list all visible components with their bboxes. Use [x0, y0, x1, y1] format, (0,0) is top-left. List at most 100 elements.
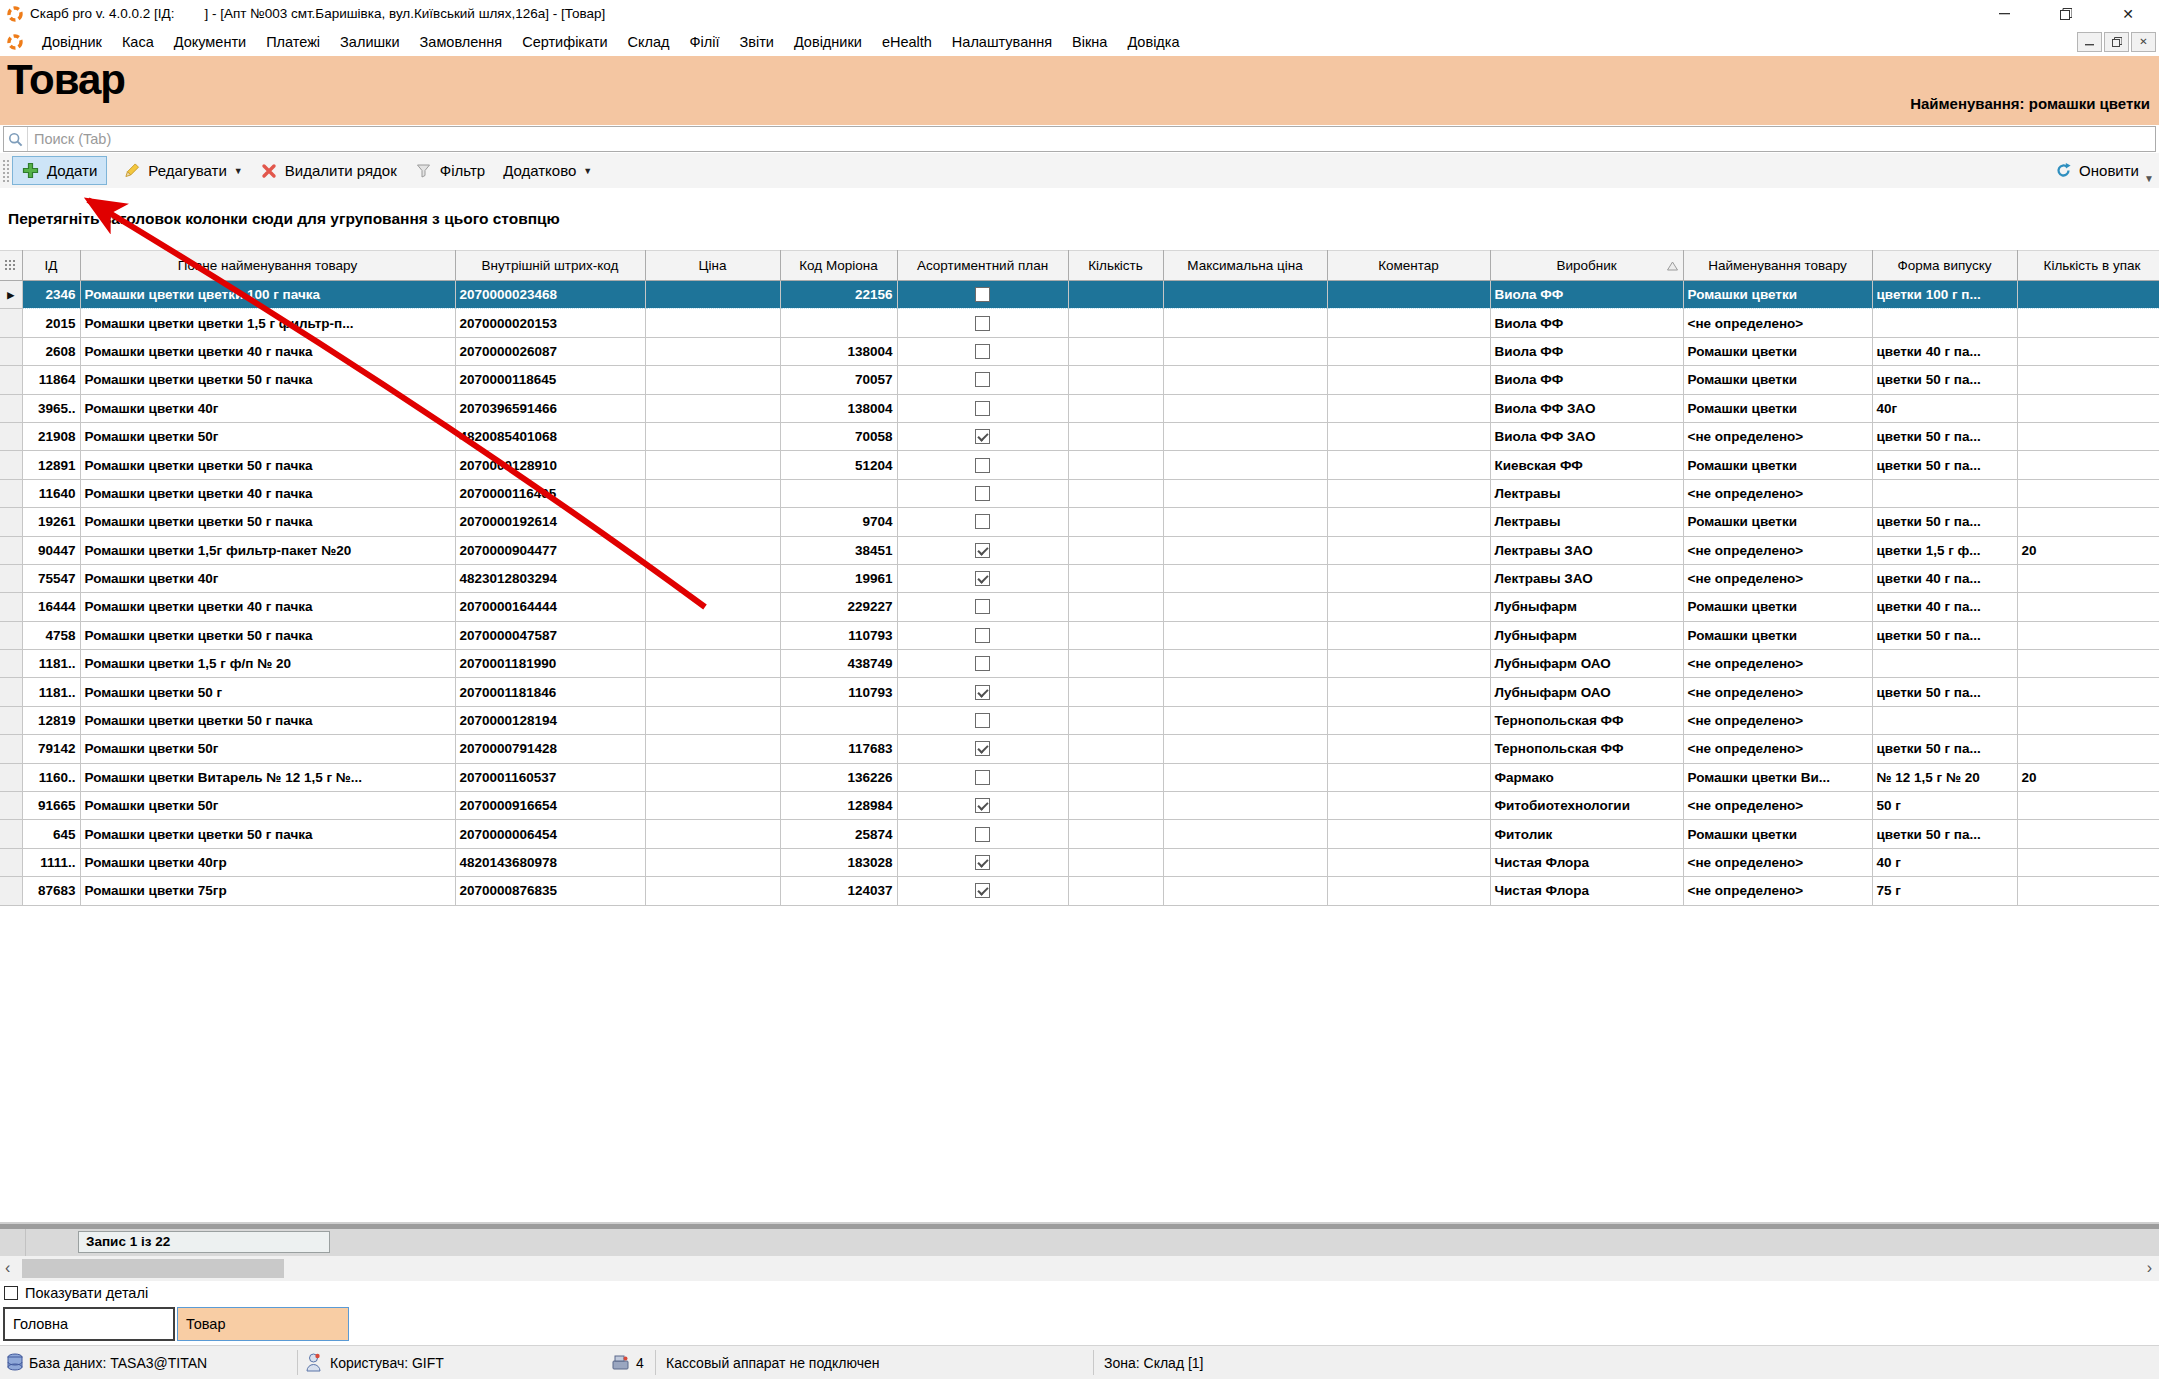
cell[interactable]: Ромашки цветки цветки 50 г пачка	[80, 820, 455, 848]
cell[interactable]: Тернопольская ФФ	[1490, 735, 1683, 763]
cell[interactable]: цветки 40 г па...	[1872, 564, 2017, 592]
menu-item-10[interactable]: Звіти	[730, 31, 782, 53]
cell[interactable]	[1068, 337, 1163, 365]
cell[interactable]: <не определено>	[1683, 422, 1872, 450]
row-selector-cell[interactable]	[0, 735, 22, 763]
cell[interactable]	[1327, 394, 1490, 422]
cell[interactable]: 2070000164444	[455, 593, 645, 621]
column-header-11[interactable]: Форма випуску	[1872, 251, 2017, 281]
cell[interactable]	[645, 564, 780, 592]
cell[interactable]	[2017, 281, 2159, 309]
cell[interactable]: цветки 50 г па...	[1872, 366, 2017, 394]
menu-item-12[interactable]: eHealth	[873, 31, 941, 53]
cell[interactable]: <не определено>	[1683, 848, 1872, 876]
cell[interactable]: 645	[22, 820, 80, 848]
search-input[interactable]: Поиск (Tab)	[3, 126, 2156, 152]
cell[interactable]: Ромашки цветки цветки 50 г пачка	[80, 366, 455, 394]
cell[interactable]	[2017, 820, 2159, 848]
cell[interactable]: Лубныфарм	[1490, 593, 1683, 621]
column-header-6[interactable]: Кількість	[1068, 251, 1163, 281]
cell[interactable]: 21908	[22, 422, 80, 450]
cell[interactable]	[1327, 593, 1490, 621]
table-row[interactable]: 1181..Ромашки цветки 1,5 г ф/п № 2020700…	[0, 650, 2159, 678]
cell[interactable]	[1068, 678, 1163, 706]
cell[interactable]	[645, 394, 780, 422]
assortment-plan-cell[interactable]	[897, 536, 1068, 564]
cell[interactable]	[1327, 735, 1490, 763]
cell[interactable]: 2608	[22, 337, 80, 365]
cell[interactable]: Ромашки цветки 40г	[80, 394, 455, 422]
cell[interactable]	[645, 820, 780, 848]
cell[interactable]: 75547	[22, 564, 80, 592]
cell[interactable]: Лубныфарм ОАО	[1490, 650, 1683, 678]
assortment-plan-cell[interactable]	[897, 792, 1068, 820]
cell[interactable]	[1327, 309, 1490, 337]
cell[interactable]	[645, 848, 780, 876]
cell[interactable]	[780, 706, 897, 734]
group-by-area[interactable]: Перетягніть заголовок колонки сюди для у…	[0, 188, 2159, 250]
cell[interactable]: 1181..	[22, 678, 80, 706]
cell[interactable]: № 12 1,5 г № 20	[1872, 763, 2017, 791]
cell[interactable]: Ромашки цветки 40г	[80, 564, 455, 592]
cell[interactable]	[2017, 706, 2159, 734]
cell[interactable]: 2070000006454	[455, 820, 645, 848]
cell[interactable]: Чистая Флора	[1490, 848, 1683, 876]
cell[interactable]: Ромашки цветки	[1683, 451, 1872, 479]
cell[interactable]	[645, 706, 780, 734]
cell[interactable]	[1068, 820, 1163, 848]
checkbox-unchecked[interactable]	[975, 770, 990, 785]
menu-item-9[interactable]: Філії	[680, 31, 728, 53]
row-selector-cell[interactable]	[0, 678, 22, 706]
cell[interactable]	[1327, 678, 1490, 706]
assortment-plan-cell[interactable]	[897, 508, 1068, 536]
tab-tovar[interactable]: Товар	[177, 1307, 349, 1341]
cell[interactable]	[1163, 706, 1327, 734]
cell[interactable]: Киевская ФФ	[1490, 451, 1683, 479]
cell[interactable]	[645, 735, 780, 763]
cell[interactable]	[1327, 479, 1490, 507]
cell[interactable]	[1068, 706, 1163, 734]
cell[interactable]: 2346	[22, 281, 80, 309]
assortment-plan-cell[interactable]	[897, 735, 1068, 763]
menu-item-6[interactable]: Замовлення	[411, 31, 512, 53]
cell[interactable]: 4820085401068	[455, 422, 645, 450]
cell[interactable]	[1163, 394, 1327, 422]
cell[interactable]	[2017, 508, 2159, 536]
cell[interactable]: Ромашки цветки цветки 50 г пачка	[80, 508, 455, 536]
table-row[interactable]: 11864Ромашки цветки цветки 50 г пачка207…	[0, 366, 2159, 394]
menu-item-8[interactable]: Склад	[619, 31, 679, 53]
cell[interactable]	[1163, 763, 1327, 791]
cell[interactable]	[1327, 536, 1490, 564]
checkbox-unchecked[interactable]	[975, 514, 990, 529]
row-selector-cell[interactable]	[0, 366, 22, 394]
cell[interactable]	[1068, 877, 1163, 905]
cell[interactable]: 124037	[780, 877, 897, 905]
cell[interactable]	[1163, 820, 1327, 848]
row-selector-cell[interactable]	[0, 564, 22, 592]
cell[interactable]: 2070000192614	[455, 508, 645, 536]
cell[interactable]	[2017, 877, 2159, 905]
cell[interactable]: 1111..	[22, 848, 80, 876]
scroll-left-arrow[interactable]: ‹	[5, 1259, 10, 1277]
column-header-1[interactable]: Повне найменування товару	[80, 251, 455, 281]
cell[interactable]: 2070001160537	[455, 763, 645, 791]
table-row[interactable]: 21908Ромашки цветки 50г48200854010687005…	[0, 422, 2159, 450]
row-selector-cell[interactable]	[0, 621, 22, 649]
cell[interactable]	[2017, 366, 2159, 394]
cell[interactable]	[1163, 564, 1327, 592]
cell[interactable]	[1068, 479, 1163, 507]
cell[interactable]	[1068, 309, 1163, 337]
cell[interactable]: Фитолик	[1490, 820, 1683, 848]
checkbox-unchecked[interactable]	[975, 287, 990, 302]
cell[interactable]	[1068, 536, 1163, 564]
cell[interactable]: Ромашки цветки 50г	[80, 422, 455, 450]
cell[interactable]	[1327, 621, 1490, 649]
cell[interactable]	[1327, 848, 1490, 876]
cell[interactable]: <не определено>	[1683, 650, 1872, 678]
column-header-2[interactable]: Внутрішній штрих-код	[455, 251, 645, 281]
cell[interactable]	[1068, 650, 1163, 678]
cell[interactable]: Ромашки цветки	[1683, 820, 1872, 848]
assortment-plan-cell[interactable]	[897, 650, 1068, 678]
table-row[interactable]: 3965..Ромашки цветки 40г2070396591466138…	[0, 394, 2159, 422]
column-header-3[interactable]: Ціна	[645, 251, 780, 281]
